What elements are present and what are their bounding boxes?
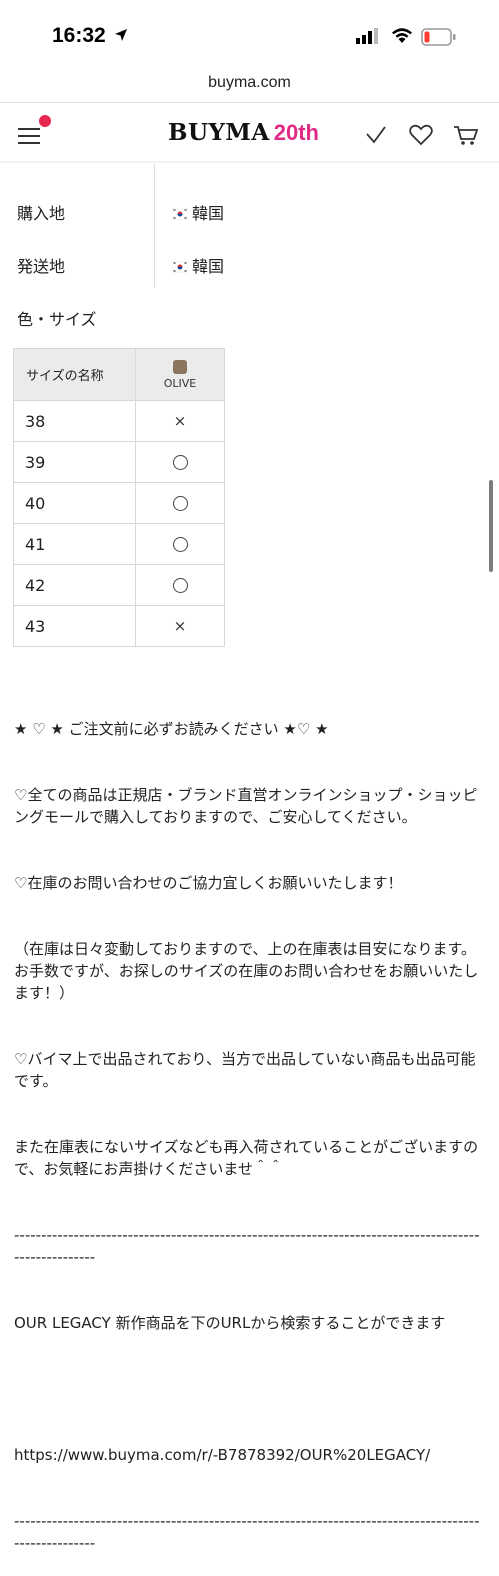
in-stock-circle-icon — [172, 496, 188, 511]
notification-dot — [39, 115, 51, 127]
buyma-logo[interactable]: BUYMA 20th — [168, 119, 319, 151]
description-line: ♡在庫のお問い合わせのご協力宜しくお願いいたします！ — [14, 874, 403, 892]
status-bar: 16:32 — [0, 0, 499, 68]
header-actions — [349, 123, 479, 151]
stock-cell — [135, 523, 225, 565]
spec-column-divider — [154, 164, 155, 288]
description-line: ♡全ての商品は正規店・ブランド直営オンラインショップ・ショッピングモールで購入し… — [14, 786, 478, 826]
description-line: ★ ♡ ★ ご注文前に必ずお読みください ★♡ ★ — [14, 720, 329, 738]
table-row: 40 — [13, 482, 225, 524]
spec-value-purchase-location: 韓国 — [172, 200, 224, 224]
korea-flag-icon — [172, 261, 188, 273]
spec-label-shipping-location: 発送地 — [17, 257, 66, 276]
cellular-signal-icon — [356, 28, 378, 44]
status-time: 16:32 — [52, 24, 106, 47]
spec-value-text: 韓国 — [192, 204, 225, 223]
stock-cell — [135, 564, 225, 606]
color-size-title: 色・サイズ — [17, 310, 97, 329]
description-line: （在庫は日々変動しておりますので、上の在庫表は目安になります。お手数ですが、お探… — [14, 940, 479, 1002]
heart-icon[interactable] — [408, 123, 434, 147]
description-line: OUR LEGACY 新作商品を下のURLから検索することができます — [14, 1314, 446, 1332]
description-separator: ----------------------------------------… — [14, 1226, 480, 1266]
scrollbar[interactable] — [489, 480, 493, 572]
size-name-header: サイズの名称 — [13, 348, 136, 401]
search-url-link[interactable]: https://www.buyma.com/r/-B7878392/OUR%20… — [14, 1444, 482, 1466]
address-bar[interactable]: buyma.com — [0, 68, 499, 102]
olive-color-swatch — [173, 359, 187, 374]
color-name: OLIVE — [163, 376, 197, 390]
description-line: ♡バイマ上で出品されており、当方で出品していない商品も出品可能です。 — [14, 1050, 476, 1090]
size-cell: 38 — [13, 400, 136, 442]
app-header: BUYMA 20th — [0, 102, 499, 163]
spec-label-purchase-location: 購入地 — [17, 204, 66, 223]
logo-word: BUYMA — [168, 119, 270, 146]
description-blank-line: ​ — [14, 1378, 482, 1400]
menu-icon-bar — [18, 135, 40, 137]
size-cell: 43 — [13, 605, 136, 647]
in-stock-circle-icon — [172, 455, 188, 470]
wifi-icon — [392, 28, 412, 43]
menu-icon — [18, 128, 40, 130]
stock-cell — [135, 441, 225, 483]
korea-flag-icon — [172, 208, 188, 220]
checkmark-icon[interactable] — [363, 123, 389, 147]
stock-cell: × — [135, 605, 225, 647]
size-cell: 39 — [13, 441, 136, 483]
spec-value-shipping-location: 韓国 — [172, 253, 224, 277]
logo-20th-badge: 20th — [273, 120, 319, 145]
size-cell: 42 — [13, 564, 136, 606]
url-text[interactable]: buyma.com — [0, 74, 499, 92]
menu-icon-bar — [18, 142, 40, 144]
menu-button[interactable] — [18, 115, 58, 153]
location-arrow-icon — [115, 29, 127, 41]
table-row: 43 × — [13, 605, 225, 647]
description-line: また在庫表にないサイズなども再入荷されていることがございますので、お気軽にお声掛… — [14, 1138, 479, 1178]
size-stock-table: サイズの名称 OLIVE 38 × 39 40 41 42 43 × — [13, 348, 225, 647]
stock-cell: × — [135, 400, 225, 442]
table-row: 42 — [13, 564, 225, 606]
battery-icon — [421, 28, 456, 46]
item-description: ★ ♡ ★ ご注文前に必ずお読みください ★♡ ★ ♡全ての商品は正規店・ブラン… — [14, 674, 482, 1576]
table-row: 41 — [13, 523, 225, 565]
size-cell: 40 — [13, 482, 136, 524]
header-divider — [0, 161, 499, 163]
stock-cell — [135, 482, 225, 524]
color-header: OLIVE — [135, 348, 225, 401]
spec-value-text: 韓国 — [192, 257, 225, 276]
size-cell: 41 — [13, 523, 136, 565]
in-stock-circle-icon — [172, 578, 188, 593]
cart-icon[interactable] — [453, 123, 479, 147]
description-separator: ----------------------------------------… — [14, 1512, 480, 1552]
in-stock-circle-icon — [172, 537, 188, 552]
table-row: 38 × — [13, 400, 225, 442]
table-row: 39 — [13, 441, 225, 483]
